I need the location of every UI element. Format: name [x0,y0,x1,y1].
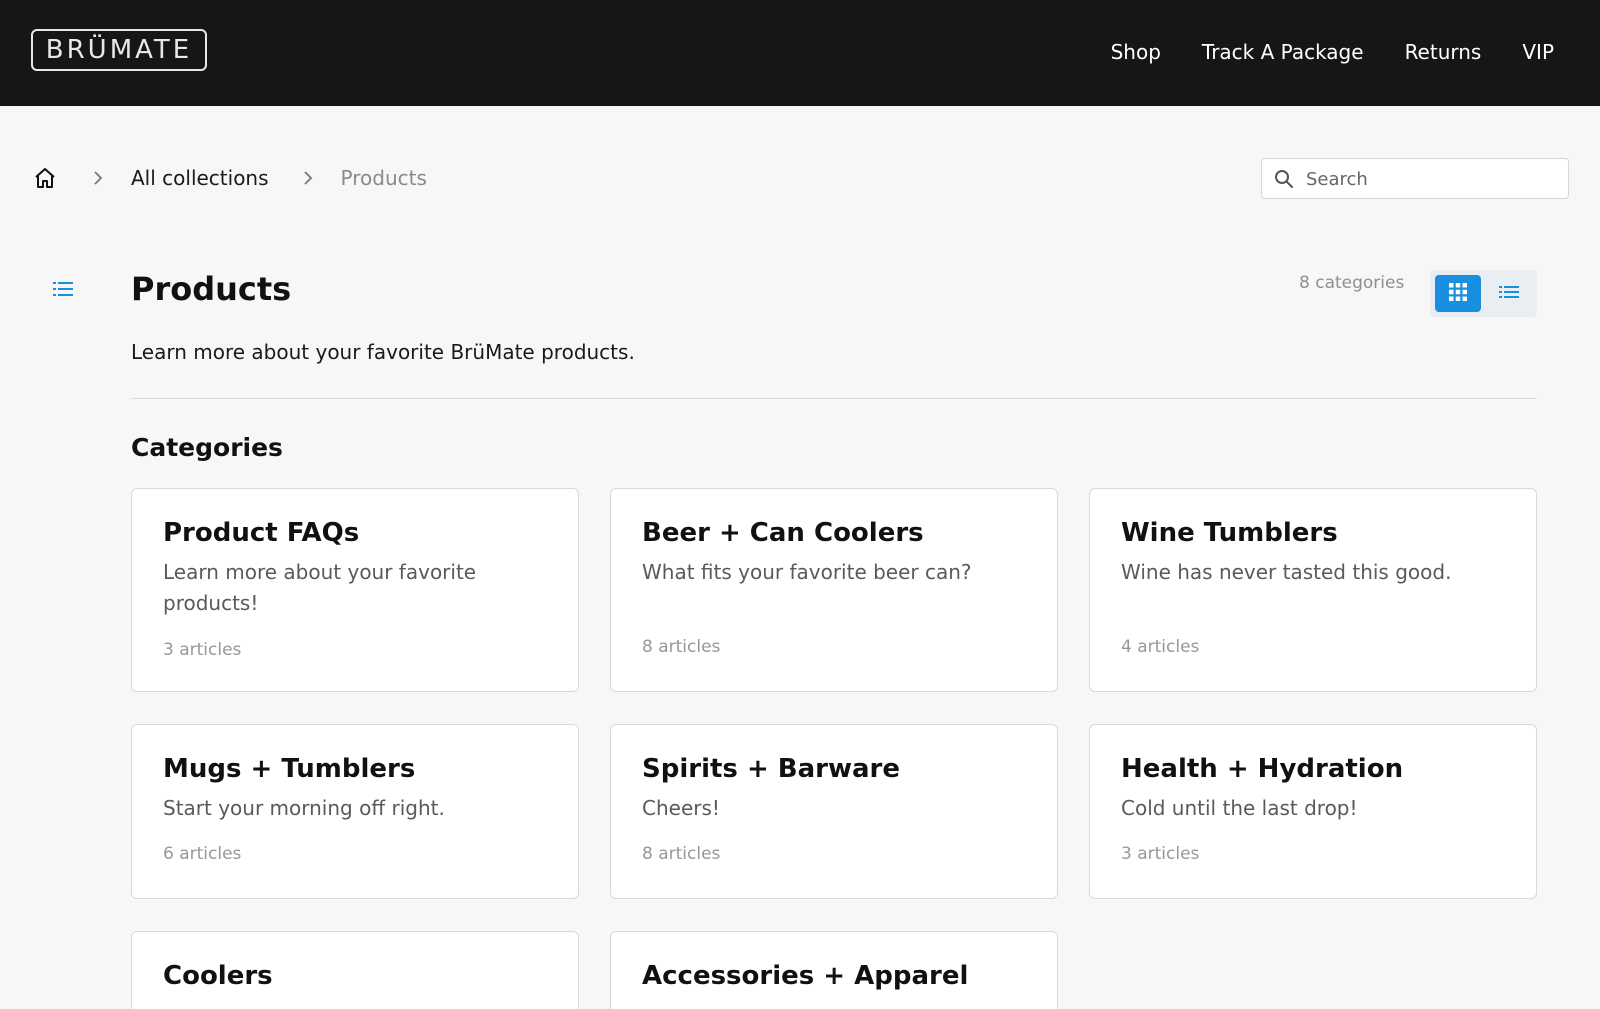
category-title: Spirits + Barware [642,754,900,784]
main-nav: Shop Track A Package Returns VIP [1111,38,1554,66]
category-article-count: 6 articles [163,844,242,864]
grid-view-button[interactable] [1435,275,1481,312]
view-toggle [1430,270,1537,317]
category-description: Cheers! [642,796,720,820]
category-title: Beer + Can Coolers [642,518,924,548]
category-description: Cold until the last drop! [1121,796,1358,820]
breadcrumb-current-products: Products [340,166,427,190]
category-article-count: 8 articles [642,844,721,864]
category-title: Wine Tumblers [1121,518,1338,548]
top-navigation-bar: BRÜMATE Shop Track A Package Returns VIP [0,0,1600,106]
category-article-count: 3 articles [1121,844,1200,864]
category-card[interactable]: Health + Hydration Cold until the last d… [1089,724,1537,899]
category-card[interactable]: Coolers [131,931,579,1009]
category-description: Wine has never tasted this good. [1121,560,1452,584]
category-title: Accessories + Apparel [642,961,969,991]
divider [131,398,1537,399]
list-view-button[interactable] [1486,275,1532,312]
search-icon [1274,169,1294,189]
grid-icon [1449,282,1467,305]
category-title: Coolers [163,961,273,991]
list-icon [1499,284,1519,304]
breadcrumb-all-collections[interactable]: All collections [131,166,269,190]
search-box [1261,158,1569,199]
category-article-count: 3 articles [163,640,242,660]
category-card[interactable]: Mugs + Tumblers Start your morning off r… [131,724,579,899]
category-title: Product FAQs [163,518,360,548]
category-article-count: 8 articles [642,637,721,657]
category-description: Start your morning off right. [163,796,445,820]
category-description: Learn more about your favorite products! [163,560,477,615]
brumate-logo[interactable]: BRÜMATE [31,29,207,71]
category-card[interactable]: Wine Tumblers Wine has never tasted this… [1089,488,1537,692]
category-card[interactable]: Spirits + Barware Cheers! 8 articles [610,724,1058,899]
categories-heading: Categories [131,433,283,462]
category-title: Mugs + Tumblers [163,754,416,784]
nav-shop-link[interactable]: Shop [1111,38,1161,66]
category-article-count: 4 articles [1121,637,1200,657]
nav-track-package-link[interactable]: Track A Package [1202,38,1364,66]
page-description: Learn more about your favorite BrüMate p… [131,340,635,364]
category-card[interactable]: Product FAQs Learn more about your favor… [131,488,579,692]
chevron-right-icon [93,170,103,186]
category-count: 8 categories [1299,273,1405,293]
nav-returns-link[interactable]: Returns [1405,38,1482,66]
nav-vip-link[interactable]: VIP [1522,38,1554,66]
category-card[interactable]: Beer + Can Coolers What fits your favori… [610,488,1058,692]
chevron-right-icon [303,170,313,186]
home-icon[interactable] [33,165,59,191]
category-description: What fits your favorite beer can? [642,560,972,584]
page-title: Products [131,270,292,308]
category-title: Health + Hydration [1121,754,1404,784]
table-of-contents-icon[interactable] [53,280,75,298]
search-input[interactable] [1306,165,1556,193]
breadcrumb: All collections Products [33,162,427,194]
category-card[interactable]: Accessories + Apparel [610,931,1058,1009]
